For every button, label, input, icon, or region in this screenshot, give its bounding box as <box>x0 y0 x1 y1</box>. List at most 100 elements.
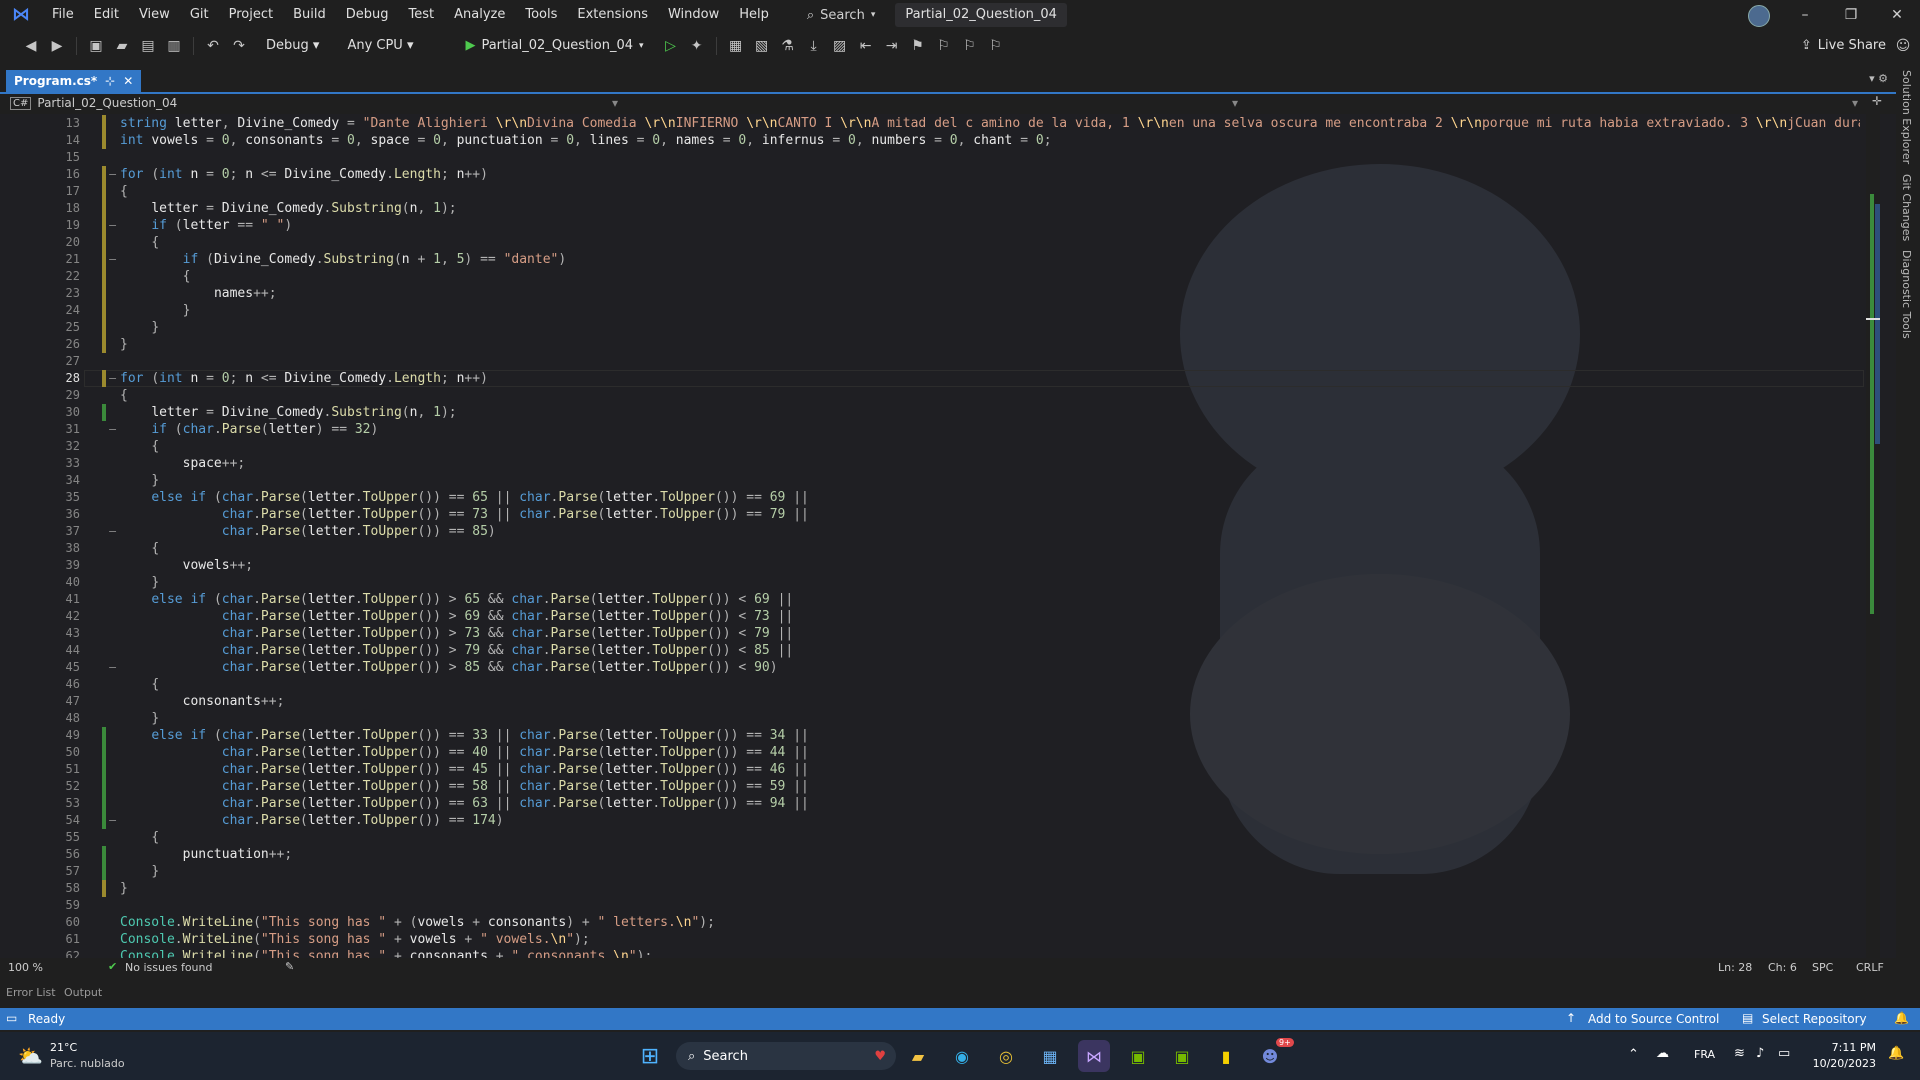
code-line[interactable]: char.Parse(letter.ToUpper()) > 73 && cha… <box>120 625 1860 642</box>
fold-toggle-icon[interactable]: − <box>108 251 118 268</box>
code-line[interactable]: } <box>120 336 1860 353</box>
sticky-notes-icon[interactable]: ▮ <box>1210 1040 1242 1072</box>
whitespace-mode[interactable]: SPC <box>1812 961 1833 974</box>
fold-toggle-icon[interactable]: − <box>108 217 118 234</box>
select-repository[interactable]: Select Repository <box>1762 1012 1867 1026</box>
layout-icon[interactable]: ▧ <box>751 35 773 57</box>
save-icon[interactable]: ▤ <box>137 35 159 57</box>
split-editor-icon[interactable]: ✛ <box>1872 94 1882 108</box>
tab-program-cs[interactable]: Program.cs* ⊹ ✕ <box>6 70 142 92</box>
hot-reload-icon[interactable]: ✦ <box>686 35 708 57</box>
code-line[interactable]: for (int n = 0; n <= Divine_Comedy.Lengt… <box>120 370 1860 387</box>
menu-view[interactable]: View <box>129 0 180 30</box>
code-line[interactable] <box>120 897 1860 914</box>
code-line[interactable]: else if (char.Parse(letter.ToUpper()) ==… <box>120 727 1860 744</box>
input-language[interactable]: FRA <box>1694 1048 1715 1061</box>
fold-toggle-icon[interactable]: − <box>108 523 118 540</box>
fold-toggle-icon[interactable]: − <box>108 659 118 676</box>
windows-start-icon[interactable]: ⊞ <box>634 1040 666 1072</box>
line-ending[interactable]: CRLF <box>1856 961 1884 974</box>
configuration-dropdown[interactable]: Debug ▾ <box>258 35 327 57</box>
code-line[interactable]: { <box>120 676 1860 693</box>
close-tab-icon[interactable]: ✕ <box>123 70 133 92</box>
indent-icon[interactable]: ⇤ <box>855 35 877 57</box>
menu-help[interactable]: Help <box>729 0 779 30</box>
member-dropdown-end-icon[interactable]: ▾ <box>1852 96 1858 110</box>
code-line[interactable]: if (letter == " ") <box>120 217 1860 234</box>
code-line[interactable]: char.Parse(letter.ToUpper()) > 79 && cha… <box>120 642 1860 659</box>
vertical-scrollbar[interactable] <box>1866 114 1880 958</box>
code-line[interactable]: char.Parse(letter.ToUpper()) > 85 && cha… <box>120 659 1860 676</box>
minimize-icon[interactable]: – <box>1782 0 1828 30</box>
new-project-icon[interactable]: ▣ <box>85 35 107 57</box>
tab-output[interactable]: Output <box>64 986 102 999</box>
start-without-debugging-icon[interactable]: ▷ <box>660 35 682 57</box>
redo-icon[interactable]: ↷ <box>228 35 250 57</box>
code-cleanup-icon[interactable]: ✎ <box>285 960 294 973</box>
save-all-icon[interactable]: ▥ <box>163 35 185 57</box>
chevron-up-icon[interactable]: ⌃ <box>1628 1047 1639 1062</box>
tab-git-changes[interactable]: Git Changes <box>1900 174 1913 241</box>
account-avatar[interactable] <box>1748 5 1770 27</box>
weather-icon[interactable]: ⛅ <box>18 1044 43 1068</box>
code-line[interactable]: } <box>120 472 1860 489</box>
menu-file[interactable]: File <box>42 0 84 30</box>
solution-explorer-icon[interactable]: ▦ <box>725 35 747 57</box>
code-line[interactable]: space++; <box>120 455 1860 472</box>
fold-toggle-icon[interactable]: − <box>108 812 118 829</box>
menu-project[interactable]: Project <box>219 0 283 30</box>
code-line[interactable]: string letter, Divine_Comedy = "Dante Al… <box>120 115 1860 132</box>
clock-date[interactable]: 10/20/2023 <box>1810 1057 1876 1070</box>
menu-debug[interactable]: Debug <box>336 0 399 30</box>
code-line[interactable]: { <box>120 387 1860 404</box>
weather-temp[interactable]: 21°C <box>50 1041 77 1054</box>
store-icon[interactable]: ▦ <box>1034 1040 1066 1072</box>
code-line[interactable]: Console.WriteLine("This song has " + con… <box>120 948 1860 958</box>
code-line[interactable]: } <box>120 574 1860 591</box>
member-dropdown-icon[interactable]: ▾ <box>1232 96 1238 110</box>
code-line[interactable]: Console.WriteLine("This song has " + (vo… <box>120 914 1860 931</box>
code-editor[interactable]: 13 string letter, Divine_Comedy = "Dante … <box>0 114 1896 958</box>
code-line[interactable]: } <box>120 863 1860 880</box>
tab-overflow-icon[interactable]: ▾ ⚙ <box>1869 72 1888 85</box>
clock-time[interactable]: 7:11 PM <box>1812 1041 1876 1054</box>
code-line[interactable]: int vowels = 0, consonants = 0, space = … <box>120 132 1860 149</box>
feedback-icon[interactable]: ☺ <box>1892 35 1914 57</box>
code-line[interactable]: else if (char.Parse(letter.ToUpper()) > … <box>120 591 1860 608</box>
menu-extensions[interactable]: Extensions <box>567 0 658 30</box>
live-share-button[interactable]: ⇪ Live Share <box>1801 30 1886 62</box>
code-line[interactable]: { <box>120 183 1860 200</box>
code-line[interactable]: char.Parse(letter.ToUpper()) == 45 || ch… <box>120 761 1860 778</box>
code-line[interactable]: char.Parse(letter.ToUpper()) == 63 || ch… <box>120 795 1860 812</box>
nvidia-icon[interactable]: ▣ <box>1122 1040 1154 1072</box>
step-icon[interactable]: ⤓ <box>803 35 825 57</box>
menu-build[interactable]: Build <box>283 0 336 30</box>
pin-icon[interactable]: ⊹ <box>105 70 115 92</box>
columns-icon[interactable]: ▨ <box>829 35 851 57</box>
test-icon[interactable]: ⚗ <box>777 35 799 57</box>
taskbar-search[interactable]: ⌕ Search ♥ <box>676 1042 896 1070</box>
forward-icon[interactable]: ▶ <box>46 35 68 57</box>
open-folder-icon[interactable]: ▰ <box>111 35 133 57</box>
fold-toggle-icon[interactable]: − <box>108 166 118 183</box>
code-line[interactable]: if (Divine_Comedy.Substring(n + 1, 5) ==… <box>120 251 1860 268</box>
outdent-icon[interactable]: ⇥ <box>881 35 903 57</box>
code-line[interactable]: { <box>120 438 1860 455</box>
code-line[interactable]: consonants++; <box>120 693 1860 710</box>
menu-analyze[interactable]: Analyze <box>444 0 515 30</box>
code-line[interactable]: { <box>120 829 1860 846</box>
code-line[interactable]: Console.WriteLine("This song has " + vow… <box>120 931 1860 948</box>
code-line[interactable]: letter = Divine_Comedy.Substring(n, 1); <box>120 200 1860 217</box>
add-to-source-control[interactable]: Add to Source Control <box>1588 1012 1719 1026</box>
chrome-icon[interactable]: ◎ <box>990 1040 1022 1072</box>
menu-git[interactable]: Git <box>180 0 219 30</box>
line-number[interactable]: Ln: 28 <box>1718 961 1752 974</box>
next-bookmark-icon[interactable]: ⚐ <box>959 35 981 57</box>
code-line[interactable]: char.Parse(letter.ToUpper()) == 85) <box>120 523 1860 540</box>
volume-icon[interactable]: ♪ <box>1756 1046 1764 1061</box>
notification-center-icon[interactable]: 🔔 <box>1888 1046 1904 1061</box>
notifications-icon[interactable]: 🔔 <box>1894 1011 1909 1025</box>
code-line[interactable]: char.Parse(letter.ToUpper()) == 58 || ch… <box>120 778 1860 795</box>
zoom-level[interactable]: 100 % <box>8 961 43 974</box>
edge-icon[interactable]: ◉ <box>946 1040 978 1072</box>
